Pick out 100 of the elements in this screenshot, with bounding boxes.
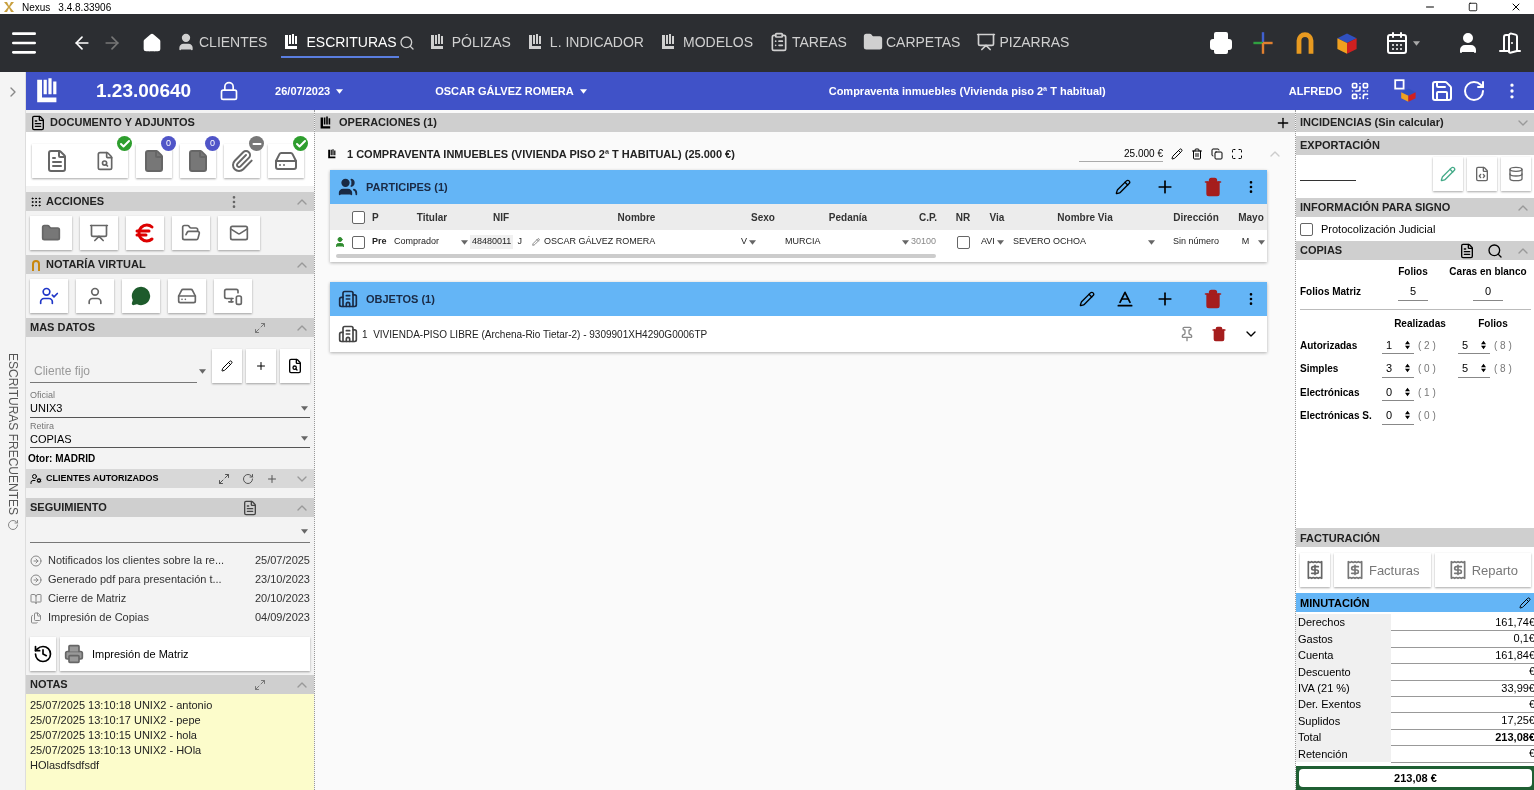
- spinner-arrows-icon[interactable]: [1481, 339, 1486, 350]
- qr-icon[interactable]: [1350, 81, 1370, 101]
- column-header[interactable]: Mayo: [1235, 209, 1267, 225]
- home-icon[interactable]: [142, 33, 162, 53]
- number-field[interactable]: 5: [1458, 360, 1490, 378]
- number-field[interactable]: 3: [1382, 360, 1414, 378]
- number-field[interactable]: 5: [1398, 283, 1428, 301]
- tool-button[interactable]: [280, 349, 310, 383]
- total-field[interactable]: 213,08 €: [1299, 769, 1532, 787]
- age-select[interactable]: M: [1235, 235, 1267, 249]
- nav-tab[interactable]: CARPETAS: [860, 28, 963, 58]
- document-button[interactable]: [180, 144, 216, 178]
- spinner-arrows-icon[interactable]: [1405, 410, 1410, 421]
- nr-checkbox[interactable]: [956, 235, 970, 249]
- column-header[interactable]: NR: [945, 209, 981, 225]
- calendar-icon[interactable]: [1385, 31, 1409, 55]
- pencil-icon[interactable]: [1115, 179, 1131, 195]
- billing-button[interactable]: Reparto: [1434, 553, 1531, 588]
- spinner-arrows-icon[interactable]: [1405, 386, 1410, 397]
- column-header[interactable]: P: [372, 209, 394, 225]
- district-select[interactable]: MURCIA: [785, 235, 911, 249]
- qr-cube-icon[interactable]: [1394, 79, 1418, 103]
- trash-icon[interactable]: [1191, 148, 1203, 160]
- search-icon[interactable]: [398, 35, 415, 51]
- print-matrix-button[interactable]: Impresión de Matriz: [60, 637, 310, 671]
- nav-tab[interactable]: ESCRITURAS: [281, 28, 399, 58]
- refresh-icon[interactable]: [6, 519, 19, 532]
- street-select[interactable]: SEVERO OCHOA: [1013, 235, 1157, 249]
- number-field[interactable]: 1: [1382, 336, 1414, 354]
- tool-button[interactable]: [30, 279, 68, 313]
- date-select[interactable]: 26/07/2023: [275, 82, 346, 100]
- refresh-icon[interactable]: [1462, 79, 1486, 103]
- column-header[interactable]: Nombre Via: [1013, 209, 1157, 225]
- oficial-select[interactable]: Oficial UNIX3: [30, 391, 310, 418]
- pencil-icon[interactable]: [1079, 291, 1095, 307]
- checkbox[interactable]: [1300, 222, 1313, 236]
- column-header[interactable]: C.P.: [911, 209, 945, 225]
- number-field[interactable]: 0: [1382, 407, 1414, 425]
- printer-icon[interactable]: [1209, 31, 1233, 55]
- history-item[interactable]: Impresión de Copias 04/09/2023: [30, 608, 310, 627]
- retira-select[interactable]: Retira COPIAS: [30, 421, 310, 448]
- nif-field[interactable]: 48480011: [470, 235, 514, 249]
- cube-icon[interactable]: [1335, 31, 1359, 55]
- amount-field[interactable]: €: [1391, 695, 1534, 714]
- nav-tab[interactable]: CLIENTES: [174, 28, 270, 58]
- nav-tab[interactable]: TAREAS: [767, 28, 849, 58]
- document-button[interactable]: [32, 144, 128, 178]
- sex-select[interactable]: V: [741, 235, 785, 249]
- search-icon[interactable]: [1487, 242, 1503, 259]
- role-select[interactable]: Comprador: [394, 235, 470, 249]
- amount-field[interactable]: 0,1€: [1391, 630, 1534, 648]
- tool-button[interactable]: [30, 637, 56, 671]
- document-button[interactable]: [136, 144, 172, 178]
- number-field[interactable]: 0: [1473, 283, 1503, 301]
- column-header[interactable]: NIF: [470, 209, 532, 225]
- column-header[interactable]: Dirección: [1157, 209, 1235, 225]
- amount-field[interactable]: €: [1391, 745, 1534, 763]
- billing-button[interactable]: Facturas: [1334, 553, 1431, 588]
- amount-field[interactable]: €: [1391, 663, 1534, 681]
- postal-code-field[interactable]: 30100: [911, 235, 945, 249]
- document-icon[interactable]: [242, 499, 258, 516]
- client-field[interactable]: Cliente fijo: [30, 359, 197, 383]
- door-icon[interactable]: [1498, 31, 1522, 55]
- number-field[interactable]: 5: [1458, 336, 1490, 354]
- amount-field[interactable]: 161,84€: [1391, 646, 1534, 665]
- side-tab[interactable]: ESCRITURAS FRECUENTES: [3, 353, 22, 516]
- column-header[interactable]: Nombre: [532, 209, 741, 225]
- amount-field[interactable]: 161,74€: [1391, 613, 1534, 632]
- pencil-icon[interactable]: [1519, 597, 1531, 609]
- amount-field[interactable]: 25.000 €: [1079, 146, 1163, 162]
- column-header[interactable]: Titular: [394, 209, 470, 225]
- refresh-icon[interactable]: [242, 472, 254, 485]
- fullscreen-icon[interactable]: [1231, 148, 1243, 160]
- trash-icon[interactable]: [1211, 326, 1227, 342]
- nav-tab[interactable]: PIZARRAS: [974, 28, 1072, 58]
- pin-icon[interactable]: [1179, 326, 1195, 342]
- save-icon[interactable]: [1430, 79, 1454, 103]
- amount-field[interactable]: 17,25€: [1391, 712, 1534, 730]
- object-text[interactable]: 1 VIVIENDA-PISO LIBRE (Archena-Rio Tietar-2) - 9309901XH4290G0006TP: [362, 326, 1175, 342]
- pencil-icon[interactable]: [1171, 148, 1183, 160]
- close-icon[interactable]: [1510, 1, 1522, 13]
- amount-field[interactable]: 33,99€: [1391, 679, 1534, 697]
- select-all-checkbox[interactable]: [352, 210, 365, 224]
- copy-icon[interactable]: [1211, 148, 1223, 160]
- spinner-arrows-icon[interactable]: [1405, 363, 1410, 374]
- column-header[interactable]: Sexo: [741, 209, 785, 225]
- row-checkbox[interactable]: [352, 235, 365, 249]
- history-item[interactable]: Generado pdf para presentación t... 23/10/2023: [30, 570, 310, 589]
- subsection-header[interactable]: CLIENTES AUTORIZADOS: [26, 469, 314, 488]
- history-item[interactable]: Notificados los clientes sobre la re... 25/07/2025: [30, 551, 310, 570]
- history-item[interactable]: Cierre de Matriz 20/10/2023: [30, 589, 310, 608]
- nav-tab[interactable]: L. INDICADOR: [524, 28, 646, 58]
- amount-field[interactable]: 213,08€: [1391, 728, 1534, 747]
- nav-tab[interactable]: MODELOS: [657, 28, 755, 58]
- document-button[interactable]: [224, 144, 260, 178]
- spinner-arrows-icon[interactable]: [1405, 339, 1410, 350]
- document-button[interactable]: [268, 144, 304, 178]
- tool-button[interactable]: [122, 279, 160, 313]
- spinner-arrows-icon[interactable]: [1481, 363, 1486, 374]
- street-type-select[interactable]: AVI: [981, 235, 1013, 249]
